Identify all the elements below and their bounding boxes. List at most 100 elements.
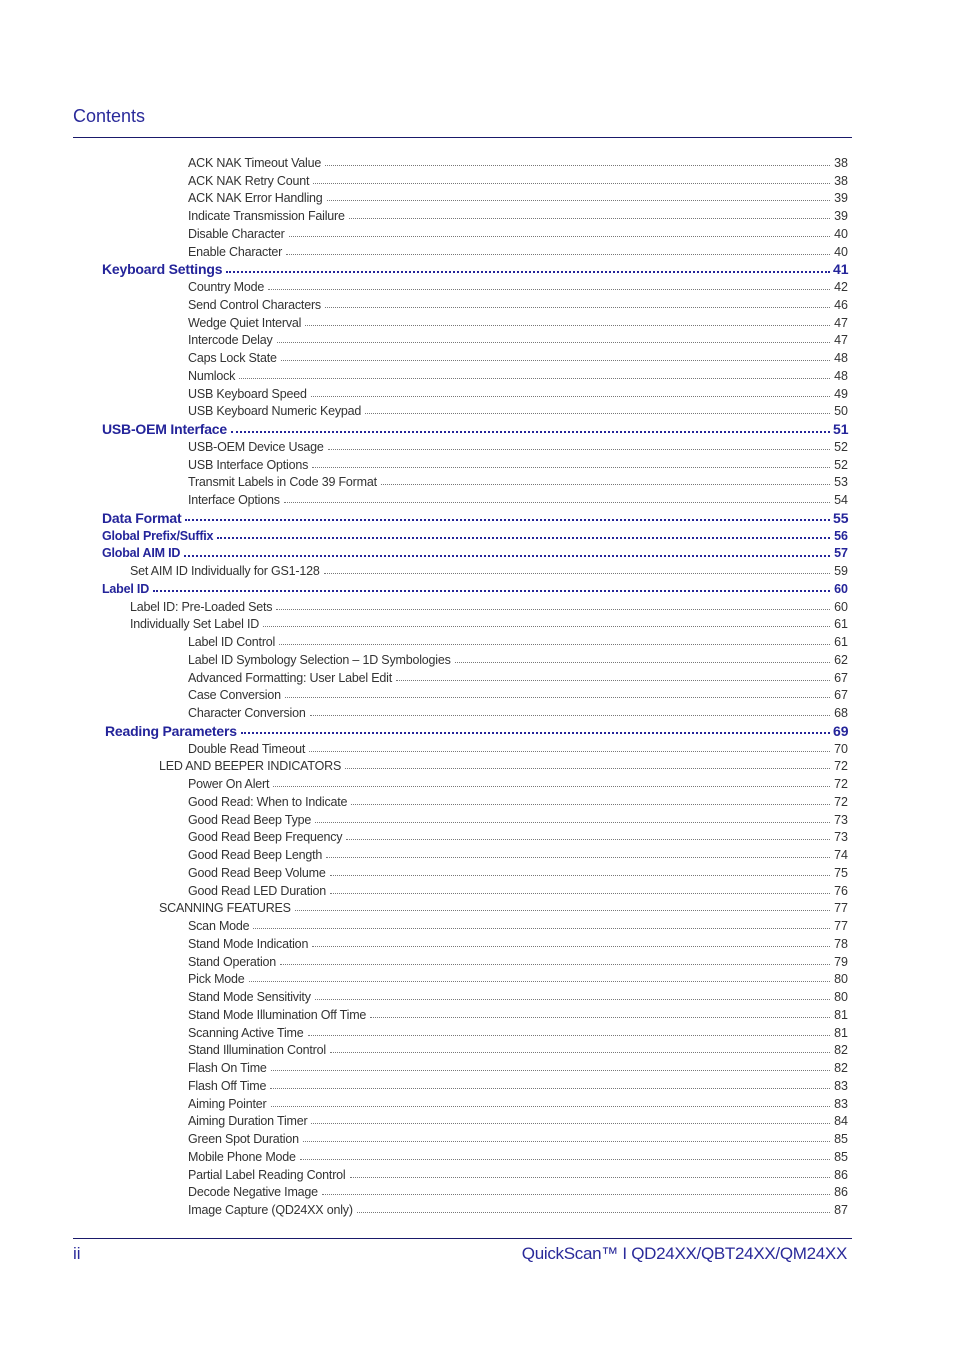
toc-entry-title: Label ID Control <box>188 635 276 650</box>
dot-leader <box>184 546 830 557</box>
toc-entry-link[interactable]: Stand Illumination Control 82 <box>0 1042 954 1060</box>
toc-entry-link[interactable]: Individually Set Label ID 61 <box>0 616 954 634</box>
toc-entry-page: 83 <box>834 1078 848 1093</box>
toc-entry-link[interactable]: Transmit Labels in Code 39 Format 53 <box>0 474 954 492</box>
toc-entry-title: Transmit Labels in Code 39 Format <box>188 475 377 490</box>
toc-entry-link[interactable]: Scanning Active Time 81 <box>0 1024 954 1042</box>
toc-entry-page: 85 <box>834 1132 848 1147</box>
toc-entry-link[interactable]: Good Read Beep Volume 75 <box>0 864 954 882</box>
toc-section-link[interactable]: USB-OEM Interface 51 <box>0 420 954 438</box>
toc-entry-link[interactable]: USB Keyboard Numeric Keypad 50 <box>0 403 954 421</box>
toc-entry-title: Double Read Timeout <box>188 741 306 756</box>
dot-leader <box>311 1114 830 1125</box>
toc-entry-link[interactable]: Good Read Beep Length 74 <box>0 846 954 864</box>
toc-entry-title: Country Mode <box>188 280 265 295</box>
dot-leader <box>185 510 830 522</box>
toc-entry-link[interactable]: Stand Operation 79 <box>0 953 954 971</box>
toc-entry-link[interactable]: Green Spot Duration 85 <box>0 1130 954 1148</box>
dot-leader <box>230 422 830 433</box>
dot-leader <box>276 333 830 344</box>
toc-entry-title: ACK NAK Error Handling <box>188 191 323 206</box>
toc-entry-link[interactable]: Good Read Beep Type 73 <box>0 811 954 829</box>
toc-entry-link[interactable]: Intercode Delay 47 <box>0 332 954 350</box>
toc-entry-link[interactable]: ACK NAK Error Handling 39 <box>0 190 954 208</box>
toc-entry-link[interactable]: Stand Mode Sensitivity 80 <box>0 988 954 1006</box>
toc-entry-link[interactable]: Indicate Transmission Failure 39 <box>0 207 954 225</box>
toc-entry-link[interactable]: Image Capture (QD24XX only) 87 <box>0 1201 954 1219</box>
toc-entry-link[interactable]: Partial Label Reading Control 86 <box>0 1166 954 1184</box>
toc-entry-title: Intercode Delay <box>188 333 273 348</box>
toc-entry-title: Interface Options <box>188 493 280 508</box>
toc-entry-link[interactable]: Mobile Phone Mode 85 <box>0 1148 954 1166</box>
toc-entry-link[interactable]: Stand Mode Illumination Off Time 81 <box>0 1006 954 1024</box>
toc-entry-link[interactable]: Caps Lock State 48 <box>0 349 954 367</box>
toc-entry-link[interactable]: SCANNING FEATURES 77 <box>0 900 954 918</box>
dot-leader <box>312 458 830 468</box>
toc-entry-page: 38 <box>834 155 848 170</box>
toc-entry-page: 81 <box>834 1007 848 1022</box>
toc-entry-link[interactable]: Label ID: Pre-Loaded Sets 60 <box>0 598 954 616</box>
toc-section-link[interactable]: Global Prefix/Suffix 56 <box>0 527 954 545</box>
toc-entry-page: 54 <box>834 493 848 508</box>
toc-entry-link[interactable]: USB Keyboard Speed 49 <box>0 385 954 403</box>
toc-entry-link[interactable]: Flash Off Time 83 <box>0 1077 954 1095</box>
dot-leader <box>253 919 830 930</box>
toc-section-link[interactable]: Global AIM ID 57 <box>0 545 954 563</box>
toc-entry-title: Set AIM ID Individually for GS1-128 <box>130 564 320 579</box>
toc-entry-link[interactable]: ACK NAK Timeout Value 38 <box>0 154 954 172</box>
toc-entry-page: 49 <box>834 386 848 401</box>
dot-leader <box>326 191 830 202</box>
toc-entry-link[interactable]: Aiming Pointer 83 <box>0 1095 954 1113</box>
toc-entry-link[interactable]: Label ID Control 61 <box>0 633 954 651</box>
toc-entry-title: Label ID: Pre-Loaded Sets <box>130 599 273 614</box>
dot-leader <box>263 617 830 628</box>
toc-entry-page: 78 <box>834 936 848 951</box>
toc-entry-link[interactable]: Label ID Symbology Selection – 1D Symbol… <box>0 651 954 669</box>
toc-entry-page: 77 <box>834 919 848 934</box>
toc-entry-link[interactable]: Country Mode 42 <box>0 278 954 296</box>
toc-section-link[interactable]: Keyboard Settings 41 <box>0 261 954 279</box>
toc-entry-link[interactable]: Flash On Time 82 <box>0 1059 954 1077</box>
toc-entry-title: Character Conversion <box>188 706 306 721</box>
toc-entry-link[interactable]: Numlock 48 <box>0 367 954 385</box>
toc-entry-page: 39 <box>834 209 848 224</box>
toc-entry-link[interactable]: Decode Negative Image 86 <box>0 1184 954 1202</box>
toc-entry-page: 56 <box>834 528 848 543</box>
toc-entry-link[interactable]: Wedge Quiet Interval 47 <box>0 314 954 332</box>
toc-entry-link[interactable]: Advanced Formatting: User Label Edit 67 <box>0 669 954 687</box>
toc-entry-link[interactable]: Good Read: When to Indicate 72 <box>0 793 954 811</box>
toc-entry-link[interactable]: Good Read Beep Frequency 73 <box>0 829 954 847</box>
toc-entry-link[interactable]: Character Conversion 68 <box>0 704 954 722</box>
toc-entry-page: 39 <box>834 191 848 206</box>
toc-entry-link[interactable]: Power On Alert 72 <box>0 775 954 793</box>
toc-entry-page: 75 <box>834 865 848 880</box>
toc-entry-link[interactable]: Disable Character 40 <box>0 225 954 243</box>
toc-entry-link[interactable]: Good Read LED Duration 76 <box>0 882 954 900</box>
toc-entry-link[interactable]: USB Interface Options 52 <box>0 456 954 474</box>
toc-entry-title: Good Read LED Duration <box>188 883 327 898</box>
toc-entry-page: 86 <box>834 1167 848 1182</box>
toc-section-link[interactable]: Label ID 60 <box>0 580 954 598</box>
toc-entry-title: Stand Illumination Control <box>188 1043 326 1058</box>
toc-entry-link[interactable]: Send Control Characters 46 <box>0 296 954 314</box>
toc-section-link[interactable]: Reading Parameters 69 <box>0 722 954 740</box>
toc-entry-title: Partial Label Reading Control <box>188 1167 346 1182</box>
toc-entry-link[interactable]: USB-OEM Device Usage 52 <box>0 438 954 456</box>
dot-leader <box>324 298 830 308</box>
toc-entry-link[interactable]: LED AND BEEPER INDICATORS 72 <box>0 758 954 776</box>
toc-entry-link[interactable]: Double Read Timeout 70 <box>0 740 954 758</box>
toc-entry-link[interactable]: Scan Mode 77 <box>0 917 954 935</box>
toc-entry-link[interactable]: Case Conversion 67 <box>0 687 954 705</box>
toc-entry-link[interactable]: ACK NAK Retry Count 38 <box>0 172 954 190</box>
toc-entry-link[interactable]: Stand Mode Indication 78 <box>0 935 954 953</box>
dot-leader <box>270 1061 830 1072</box>
toc-entry-title: Aiming Duration Timer <box>188 1114 308 1129</box>
toc-entry-link[interactable]: Aiming Duration Timer 84 <box>0 1113 954 1131</box>
toc-entry-link[interactable]: Set AIM ID Individually for GS1-128 59 <box>0 562 954 580</box>
toc-entry-link[interactable]: Interface Options 54 <box>0 491 954 509</box>
toc-entry-page: 52 <box>834 439 848 454</box>
toc-section-link[interactable]: Data Format 55 <box>0 509 954 527</box>
toc-entry-link[interactable]: Pick Mode 80 <box>0 971 954 989</box>
dot-leader <box>349 1168 830 1178</box>
toc-entry-link[interactable]: Enable Character 40 <box>0 243 954 261</box>
